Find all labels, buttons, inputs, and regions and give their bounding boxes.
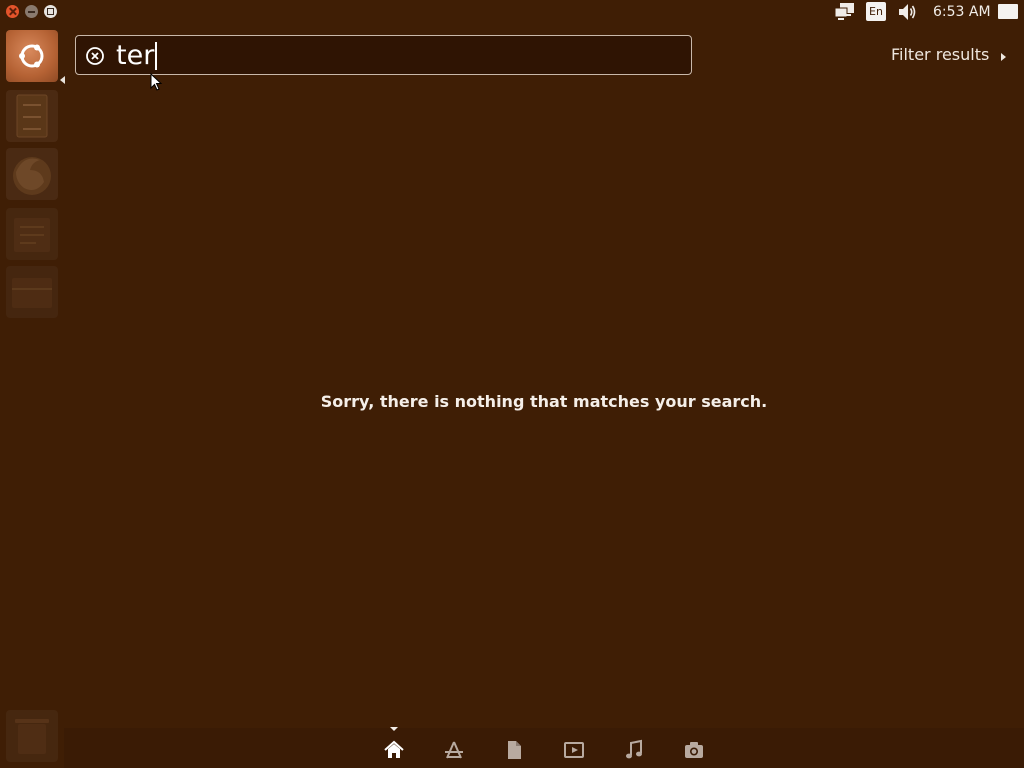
trash-icon [15,719,49,754]
filter-results-button[interactable]: Filter results [891,45,989,64]
launcher-item-trash[interactable] [6,710,58,762]
text-caret [155,42,157,70]
photos-lens-icon[interactable] [683,739,705,761]
volume-icon[interactable] [897,2,919,22]
dash-home-button[interactable] [6,30,58,82]
network-icon[interactable] [834,2,856,22]
dash-search-box[interactable] [75,35,692,75]
applications-lens-icon[interactable] [443,739,465,761]
clock[interactable]: 6:53 AM [933,3,991,21]
active-arrow-icon [60,76,65,84]
home-lens-icon[interactable] [383,739,405,761]
active-lens-indicator-icon [390,727,398,731]
launcher-item-files[interactable] [6,90,58,142]
top-panel: En 6:53 AM [0,0,1024,24]
filter-expand-arrow-icon [1001,53,1006,61]
ubuntu-logo-icon [19,44,44,68]
launcher-item-libreoffice-calc[interactable] [6,266,58,318]
launcher-item-firefox[interactable] [6,148,58,200]
search-input[interactable] [116,38,676,72]
firefox-icon [13,157,51,195]
video-lens-icon[interactable] [563,739,585,761]
files-lens-icon[interactable] [503,739,525,761]
window-minimize-button[interactable] [25,5,38,18]
document-icon [14,218,50,252]
window-maximize-button[interactable] [44,5,57,18]
spreadsheet-icon [12,278,52,308]
session-icon[interactable] [997,3,1019,21]
mouse-pointer-icon [150,73,163,91]
clear-search-icon[interactable] [85,46,105,66]
keyboard-layout-indicator[interactable]: En [866,2,886,21]
music-lens-icon[interactable] [623,739,645,761]
launcher-item-libreoffice-writer[interactable] [6,208,58,260]
no-results-message: Sorry, there is nothing that matches you… [320,392,768,411]
file-cabinet-icon [16,94,48,138]
window-close-button[interactable] [6,5,19,18]
ubuntu-dash-screen: En 6:53 AM ter Filter results Sorry, the… [0,0,1024,768]
lens-bar [64,728,1024,768]
